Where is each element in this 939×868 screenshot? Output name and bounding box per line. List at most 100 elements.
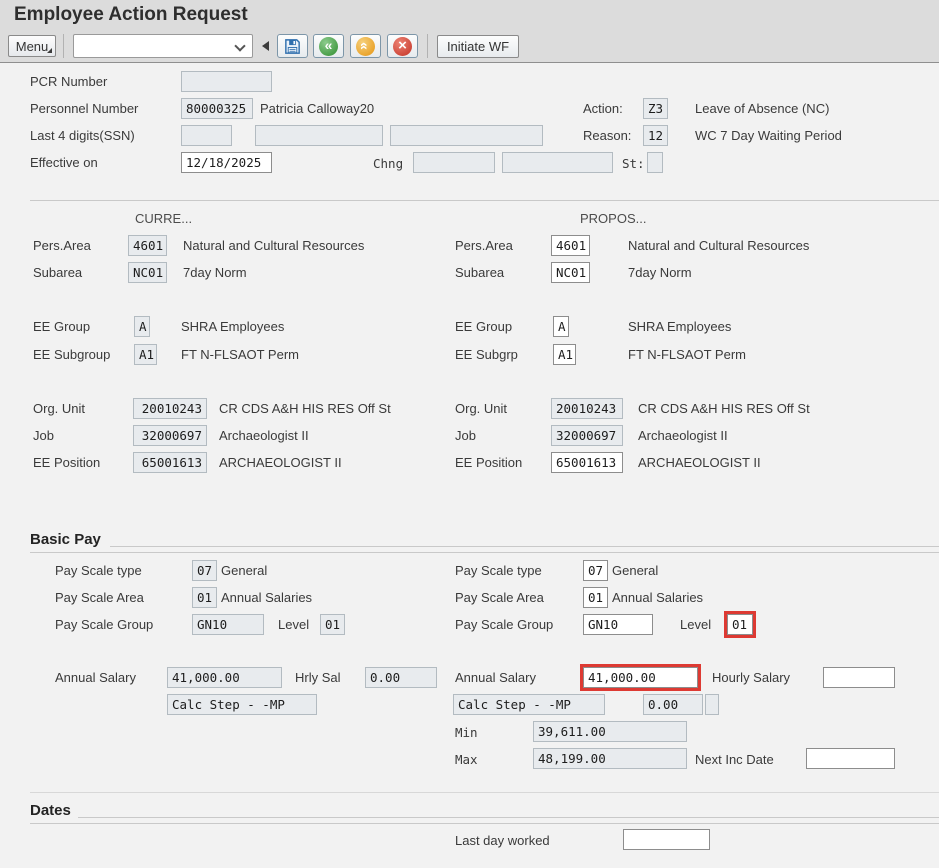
current-ee-group-field: A <box>134 316 150 337</box>
current-subarea-text: 7day Norm <box>183 265 247 280</box>
current-hourly-salary-field: 0.00 <box>365 667 437 688</box>
section-divider <box>30 552 939 553</box>
current-level-label: Level <box>278 617 310 632</box>
current-pay-scale-type-text: General <box>221 563 268 578</box>
back-button[interactable] <box>313 34 344 58</box>
current-hourly-salary-label: Hrly Sal <box>295 670 341 685</box>
proposed-calc-step-unit-field <box>705 694 719 715</box>
proposed-ee-subgroup-label: EE Subgrp <box>455 347 518 362</box>
current-subarea-label: Subarea <box>33 265 83 280</box>
proposed-ee-subgroup-text: FT N-FLSAOT Perm <box>628 347 746 362</box>
proposed-org-unit-text: CR CDS A&H HIS RES Off St <box>638 401 810 416</box>
proposed-pay-scale-type-label: Pay Scale type <box>455 563 542 578</box>
current-pers-area-field: 4601 <box>128 235 167 256</box>
current-ee-position-label: EE Position <box>33 455 101 470</box>
proposed-subarea-text: 7day Norm <box>628 265 692 280</box>
pcr-number-label: PCR Number <box>30 74 108 89</box>
toolbar-divider <box>427 34 428 58</box>
current-ee-position-field: 65001613 <box>133 452 207 473</box>
next-inc-date-field[interactable] <box>806 748 895 769</box>
proposed-annual-salary-field-highlighted[interactable]: 41,000.00 <box>583 667 698 688</box>
current-pay-scale-type-label: Pay Scale type <box>55 563 142 578</box>
action-text: Leave of Absence (NC) <box>695 101 830 116</box>
last-day-worked-label: Last day worked <box>455 833 550 848</box>
current-pay-scale-area-text: Annual Salaries <box>221 590 313 605</box>
current-annual-salary-label: Annual Salary <box>55 670 136 685</box>
reason-label: Reason: <box>583 128 632 143</box>
proposed-level-field-highlighted[interactable]: 01 <box>727 614 753 635</box>
proposed-pay-scale-group-field[interactable]: GN10 <box>583 614 653 635</box>
proposed-pers-area-text: Natural and Cultural Resources <box>628 238 810 253</box>
current-ee-position-text: ARCHAEOLOGIST II <box>219 455 342 470</box>
ssn-field-2 <box>255 125 383 146</box>
ssn-field-1 <box>181 125 232 146</box>
dates-heading: Dates <box>30 802 71 819</box>
proposed-annual-salary-label: Annual Salary <box>455 670 536 685</box>
proposed-pers-area-field[interactable]: 4601 <box>551 235 590 256</box>
proposed-ee-position-text: ARCHAEOLOGIST II <box>638 455 761 470</box>
action-code-field: Z3 <box>643 98 668 119</box>
proposed-ee-position-field[interactable]: 65001613 <box>551 452 623 473</box>
max-salary-field: 48,199.00 <box>533 748 687 769</box>
current-column-header: CURRE... <box>135 211 193 226</box>
chng-field-2 <box>502 152 613 173</box>
current-annual-salary-field: 41,000.00 <box>167 667 282 688</box>
reason-text: WC 7 Day Waiting Period <box>695 128 842 143</box>
proposed-level-label: Level <box>680 617 712 632</box>
st-label: St: <box>622 156 645 171</box>
current-pers-area-label: Pers.Area <box>33 238 91 253</box>
proposed-ee-subgroup-field[interactable]: A1 <box>553 344 576 365</box>
current-job-text: Archaeologist II <box>219 428 309 443</box>
save-button[interactable] <box>277 34 308 58</box>
menu-button[interactable]: Menu <box>8 35 56 57</box>
proposed-column-header: PROPOS... <box>580 211 647 226</box>
min-label: Min <box>455 725 478 740</box>
back-icon <box>319 36 338 56</box>
exit-up-icon <box>356 36 375 56</box>
current-ee-subgroup-text: FT N-FLSAOT Perm <box>181 347 299 362</box>
collapse-left-arrow-icon[interactable] <box>262 41 269 51</box>
employee-action-request-window: Employee Action Request Menu « « × Initi… <box>0 0 939 868</box>
personnel-name-text: Patricia Calloway20 <box>260 101 375 116</box>
titlebar: Employee Action Request Menu « « × Initi… <box>0 0 939 63</box>
current-pay-scale-group-field: GN10 <box>192 614 264 635</box>
current-pay-scale-area-label: Pay Scale Area <box>55 590 144 605</box>
cancel-button[interactable] <box>387 34 418 58</box>
min-salary-field: 39,611.00 <box>533 721 687 742</box>
max-label: Max <box>455 752 478 767</box>
proposed-pay-scale-area-field[interactable]: 01 <box>583 587 608 608</box>
section-divider <box>30 200 939 201</box>
current-org-unit-text: CR CDS A&H HIS RES Off St <box>219 401 391 416</box>
personnel-number-label: Personnel Number <box>30 101 139 116</box>
current-pers-area-text: Natural and Cultural Resources <box>183 238 365 253</box>
current-ee-group-label: EE Group <box>33 319 91 334</box>
initiate-wf-button[interactable]: Initiate WF <box>437 35 519 58</box>
command-combobox[interactable] <box>73 34 253 58</box>
proposed-hourly-salary-field[interactable] <box>823 667 895 688</box>
proposed-ee-group-field[interactable]: A <box>553 316 569 337</box>
current-job-label: Job <box>33 428 54 443</box>
page-title: Employee Action Request <box>14 4 248 25</box>
proposed-ee-position-label: EE Position <box>455 455 523 470</box>
proposed-pay-scale-area-text: Annual Salaries <box>612 590 704 605</box>
current-ee-group-text: SHRA Employees <box>181 319 285 334</box>
proposed-ee-group-text: SHRA Employees <box>628 319 732 334</box>
st-field <box>647 152 663 173</box>
last-day-worked-field[interactable] <box>623 829 710 850</box>
proposed-pay-scale-type-field[interactable]: 07 <box>583 560 608 581</box>
proposed-org-unit-label: Org. Unit <box>455 401 508 416</box>
exit-button[interactable] <box>350 34 381 58</box>
proposed-hourly-salary-label: Hourly Salary <box>712 670 791 685</box>
ssn-field-3 <box>390 125 543 146</box>
proposed-pers-area-label: Pers.Area <box>455 238 513 253</box>
effective-on-field[interactable]: 12/18/2025 <box>181 152 272 173</box>
proposed-job-text: Archaeologist II <box>638 428 728 443</box>
chng-label: Chng <box>373 156 404 171</box>
heading-rule <box>110 546 939 547</box>
save-icon <box>285 38 300 54</box>
ssn-label: Last 4 digits(SSN) <box>30 128 135 143</box>
action-label: Action: <box>583 101 623 116</box>
proposed-subarea-field[interactable]: NC01 <box>551 262 590 283</box>
current-ee-subgroup-label: EE Subgroup <box>33 347 111 362</box>
next-inc-date-label: Next Inc Date <box>695 752 774 767</box>
